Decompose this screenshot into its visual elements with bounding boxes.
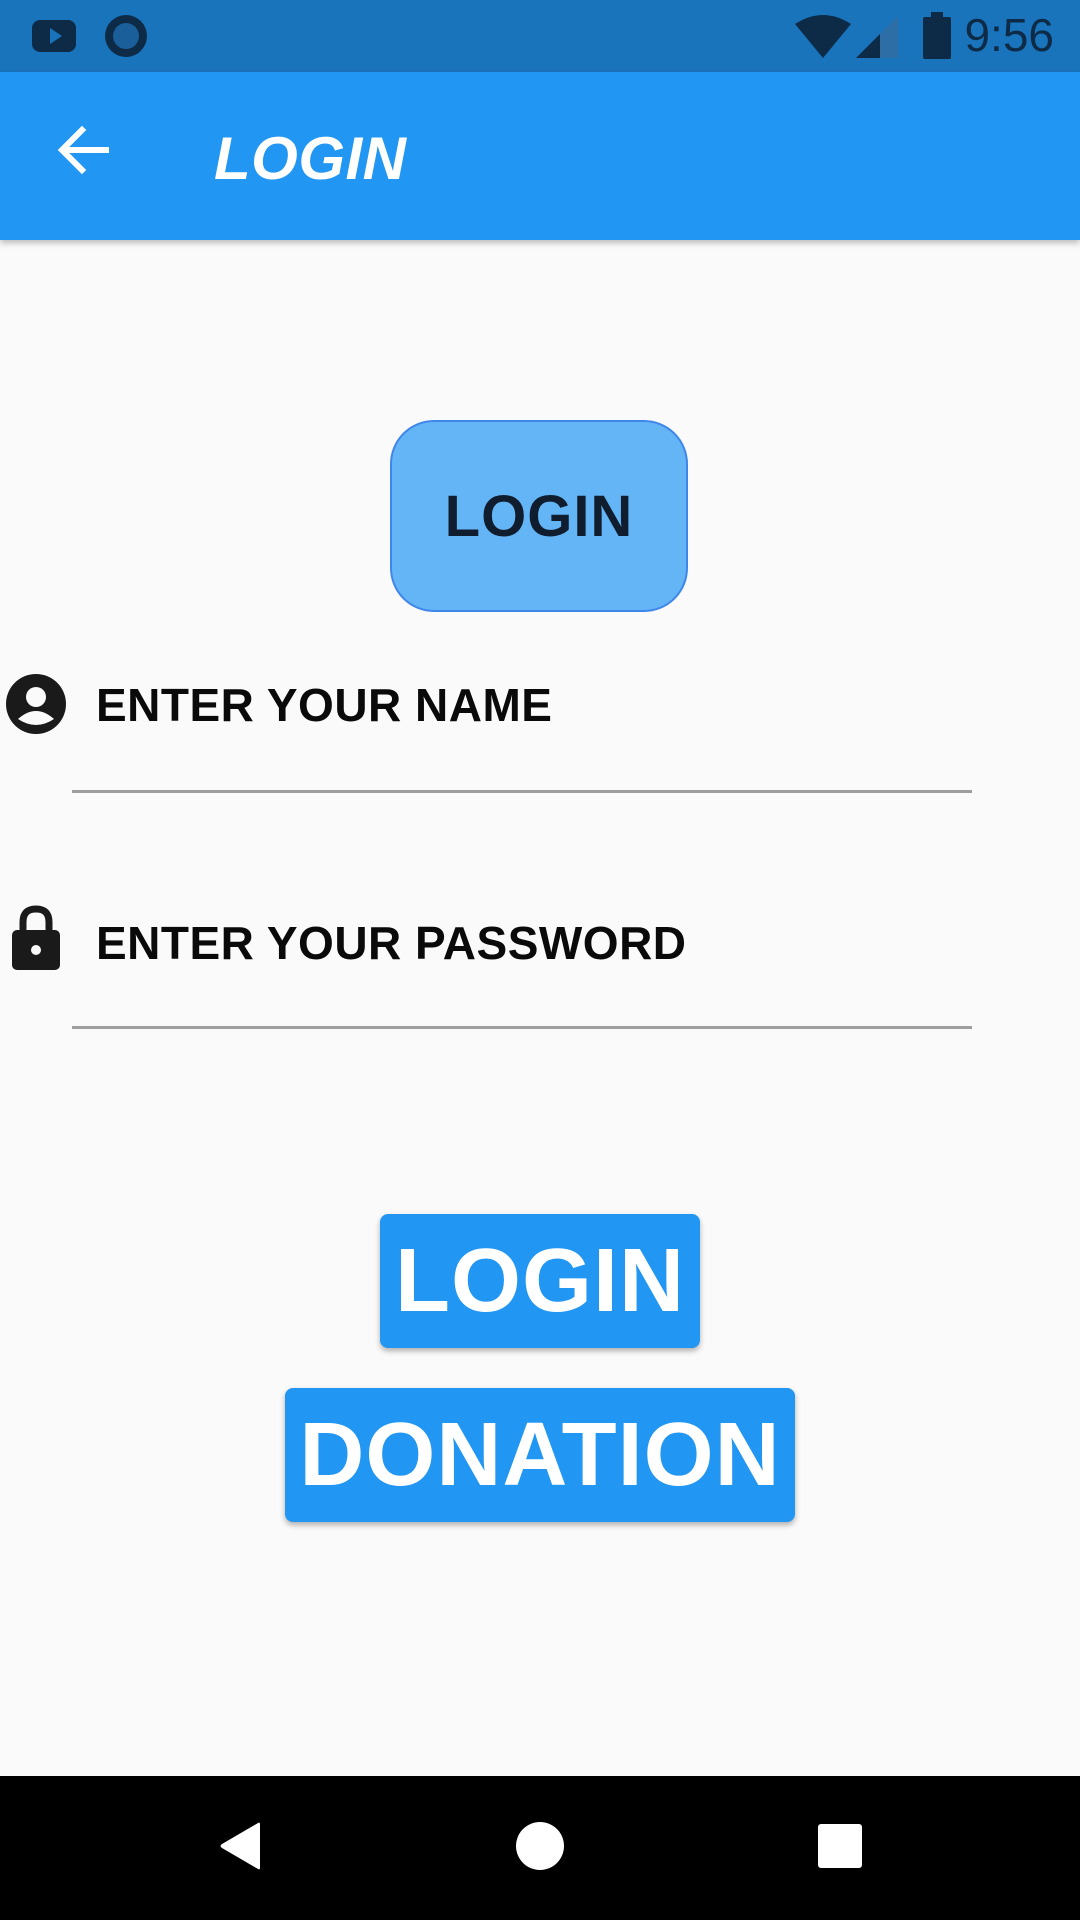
login-header-label: LOGIN [444, 483, 634, 549]
app-title: LOGIN [214, 125, 407, 192]
password-underline [72, 1026, 972, 1029]
name-field[interactable]: ENTER YOUR NAME [0, 664, 1080, 794]
wifi-icon [794, 14, 852, 65]
donation-button-label: DONATION [299, 1404, 781, 1505]
signal-icon [854, 14, 900, 65]
nav-recents-button[interactable] [800, 1808, 880, 1888]
donation-button[interactable]: DONATION [285, 1388, 795, 1522]
battery-icon [922, 12, 952, 65]
arrow-back-icon [56, 122, 112, 183]
youtube-icon [30, 16, 78, 61]
navigation-bar [0, 1776, 1080, 1920]
app-bar: LOGIN [0, 72, 1080, 240]
home-circle-icon [514, 1820, 566, 1877]
circle-notification-icon [102, 12, 150, 65]
login-button-label: LOGIN [395, 1230, 685, 1331]
back-button[interactable] [44, 112, 124, 192]
nav-back-button[interactable] [200, 1808, 280, 1888]
lock-icon [4, 905, 68, 970]
name-placeholder: ENTER YOUR NAME [96, 679, 553, 731]
recents-square-icon [817, 1823, 863, 1874]
account-circle-icon [4, 672, 68, 736]
back-triangle-icon [216, 1820, 264, 1877]
login-header-badge: LOGIN [390, 420, 688, 612]
login-button[interactable]: LOGIN [380, 1214, 700, 1348]
status-time: 9:56 [964, 9, 1054, 61]
password-placeholder: ENTER YOUR PASSWORD [96, 917, 687, 969]
password-field[interactable]: ENTER YOUR PASSWORD [0, 900, 1080, 1030]
name-underline [72, 790, 972, 793]
status-bar: 9:56 [0, 0, 1080, 72]
nav-home-button[interactable] [500, 1808, 580, 1888]
